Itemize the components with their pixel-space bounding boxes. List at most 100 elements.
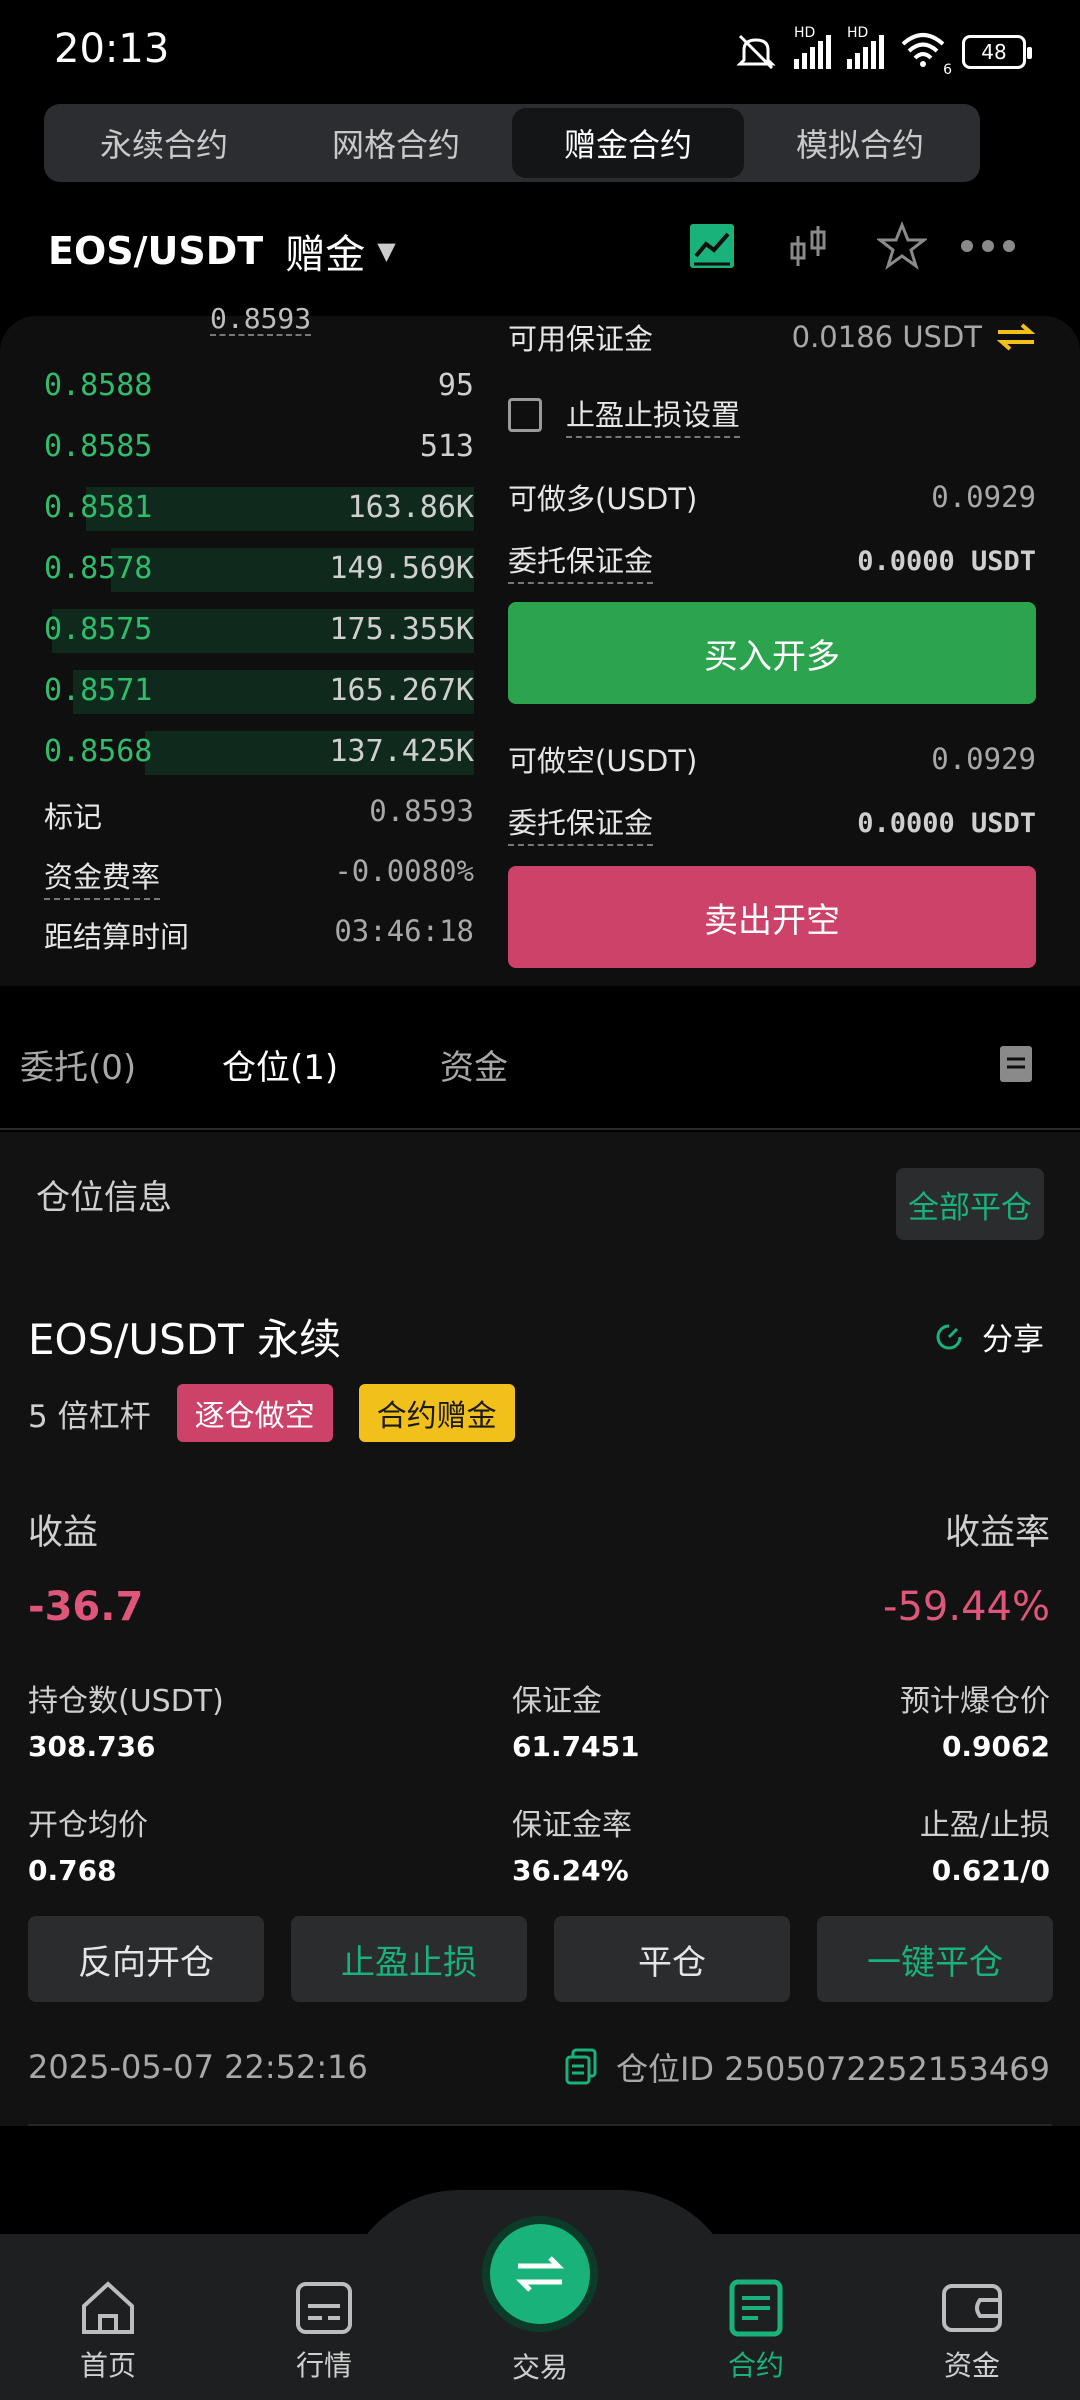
position-section-title: 仓位信息 [36, 1178, 172, 1218]
tab-grid[interactable]: 网格合约 [280, 108, 512, 178]
share-icon [936, 1324, 962, 1349]
pair-symbol: EOS/USDT [48, 229, 264, 273]
liq-price-label: 预计爆仓价 [900, 1684, 1050, 1719]
close-position-button[interactable]: 平仓 [554, 1916, 790, 2002]
transfer-icon[interactable] [996, 322, 1036, 352]
size-value: 308.736 [28, 1730, 156, 1763]
tab-positions[interactable]: 仓位(1) [222, 1040, 338, 1089]
short-margin-label: 委托保证金 [508, 800, 654, 846]
mute-icon [736, 34, 776, 70]
tpsl-value: 0.621/0 [931, 1854, 1050, 1887]
orderbook-row[interactable]: 0.8571 165.267K [44, 662, 474, 718]
share-label: 分享 [982, 1322, 1044, 1358]
copy-icon[interactable] [564, 2048, 598, 2086]
tab-bonus[interactable]: 赠金合约 [512, 108, 744, 178]
tpsl-checkbox[interactable] [508, 398, 542, 432]
tab-orders[interactable]: 委托(0) [20, 1040, 136, 1089]
orderbook-price: 0.8575 [44, 611, 153, 647]
wallet-icon [942, 2284, 1002, 2332]
orderbook-price: 0.8588 [44, 367, 153, 403]
available-margin-value: 0.0186 USDT [791, 320, 982, 354]
nav-contract[interactable]: 合约 [676, 2278, 836, 2384]
funding-rate-row: 资金费率 -0.0080% [44, 854, 474, 900]
nav-home[interactable]: 首页 [28, 2278, 188, 2384]
divider [28, 2124, 1052, 2126]
tab-demo[interactable]: 模拟合约 [744, 108, 976, 178]
long-margin-value: 0.0000 USDT [857, 545, 1036, 577]
battery-level: 48 [981, 40, 1007, 64]
one-click-close-button[interactable]: 一键平仓 [817, 1916, 1053, 2002]
bonus-tag: 合约赠金 [358, 1384, 515, 1442]
entry-price-value: 0.768 [28, 1854, 117, 1887]
tab-perpetual[interactable]: 永续合约 [48, 108, 280, 178]
orderbook-qty: 149.569K [329, 550, 475, 586]
position-tabs: 委托(0) 仓位(1) 资金 [0, 1030, 1080, 1130]
orderbook-qty: 165.267K [329, 672, 475, 708]
long-margin-row: 委托保证金 0.0000 USDT [508, 538, 1036, 584]
share-button[interactable]: 分享 [932, 1314, 1044, 1359]
pnl-label: 收益 [28, 1513, 99, 1553]
settlement-time-value: 03:46:18 [334, 914, 474, 948]
funding-rate-label[interactable]: 资金费率 [44, 854, 161, 900]
market-icon [296, 2282, 352, 2334]
contract-type-tabs: 永续合约 网格合约 赠金合约 模拟合约 [44, 104, 980, 182]
battery-icon: 48 [962, 35, 1032, 69]
tpsl-setting-label: 止盈止损设置 [566, 392, 741, 438]
chart-icon[interactable] [684, 218, 740, 274]
position-id-row[interactable]: 仓位ID 2505072252153469 [564, 2044, 1050, 2090]
nav-trade-label: 交易 [511, 2351, 568, 2384]
candlestick-icon[interactable] [780, 218, 836, 274]
settlement-time-label: 距结算时间 [44, 920, 190, 954]
more-icon[interactable] [960, 218, 1016, 274]
pnl-value: -36.7 [28, 1584, 144, 1630]
margin-value: 61.7451 [512, 1730, 640, 1763]
short-margin-row: 委托保证金 0.0000 USDT [508, 800, 1036, 846]
reverse-position-button[interactable]: 反向开仓 [28, 1916, 264, 2002]
orderbook-row[interactable]: 0.8568 137.425K [44, 723, 474, 779]
tpsl-setting-row[interactable]: 止盈止损设置 [508, 392, 741, 438]
status-time: 20:13 [54, 26, 170, 72]
liq-price-value: 0.9062 [941, 1730, 1050, 1763]
chevron-down-icon: ▼ [377, 237, 396, 265]
long-max-row: 可做多(USDT) 0.0929 [508, 476, 1036, 518]
roe-label: 收益率 [944, 1513, 1050, 1553]
position-symbol: EOS/USDT 永续 [28, 1315, 342, 1364]
short-max-row: 可做空(USDT) 0.0929 [508, 738, 1036, 780]
long-max-value: 0.0929 [931, 480, 1036, 514]
orderbook-row[interactable]: 0.8588 95 [44, 357, 474, 413]
nav-assets-label: 资金 [943, 2349, 1000, 2382]
star-icon[interactable] [874, 218, 930, 274]
document-icon[interactable] [998, 1044, 1034, 1084]
orderbook-qty: 175.355K [329, 611, 475, 647]
trade-button[interactable] [490, 2224, 590, 2324]
orderbook-qty: 513 [419, 428, 474, 464]
orderbook-price: 0.8578 [44, 550, 153, 586]
sell-short-button[interactable]: 卖出开空 [508, 866, 1036, 968]
orderbook-row[interactable]: 0.8585 513 [44, 418, 474, 474]
status-bar: 20:13 HD HD 6 48 [0, 0, 1080, 100]
buy-long-button[interactable]: 买入开多 [508, 602, 1036, 704]
settlement-time-row: 距结算时间 03:46:18 [44, 914, 474, 956]
entry-price-label: 开仓均价 [28, 1808, 148, 1843]
home-icon [82, 2281, 134, 2334]
orderbook-row[interactable]: 0.8581 163.86K [44, 479, 474, 535]
nav-market[interactable]: 行情 [244, 2278, 404, 2384]
orderbook-row[interactable]: 0.8575 175.355K [44, 601, 474, 657]
nav-assets[interactable]: 资金 [892, 2278, 1052, 2384]
tab-funds[interactable]: 资金 [440, 1040, 508, 1089]
orderbook-price: 0.8571 [44, 672, 153, 708]
pair-selector[interactable]: EOS/USDT 赠金 ▼ [48, 222, 396, 280]
margin-label: 保证金 [512, 1684, 602, 1719]
close-all-button[interactable]: 全部平仓 [896, 1168, 1044, 1240]
tpsl-button[interactable]: 止盈止损 [291, 1916, 527, 2002]
orderbook-price: 0.8568 [44, 733, 153, 769]
signal-icon-2: HD [847, 25, 884, 69]
leverage-label: 5 倍杠杆 [28, 1398, 151, 1435]
pair-mode: 赠金 [285, 232, 366, 278]
nav-trade[interactable]: 交易 [460, 2346, 620, 2386]
available-margin-label: 可用保证金 [508, 322, 654, 356]
tpsl-label: 止盈/止损 [919, 1808, 1050, 1843]
short-margin-value: 0.0000 USDT [857, 807, 1036, 839]
size-label: 持仓数(USDT) [28, 1684, 224, 1719]
orderbook-row[interactable]: 0.8578 149.569K [44, 540, 474, 596]
